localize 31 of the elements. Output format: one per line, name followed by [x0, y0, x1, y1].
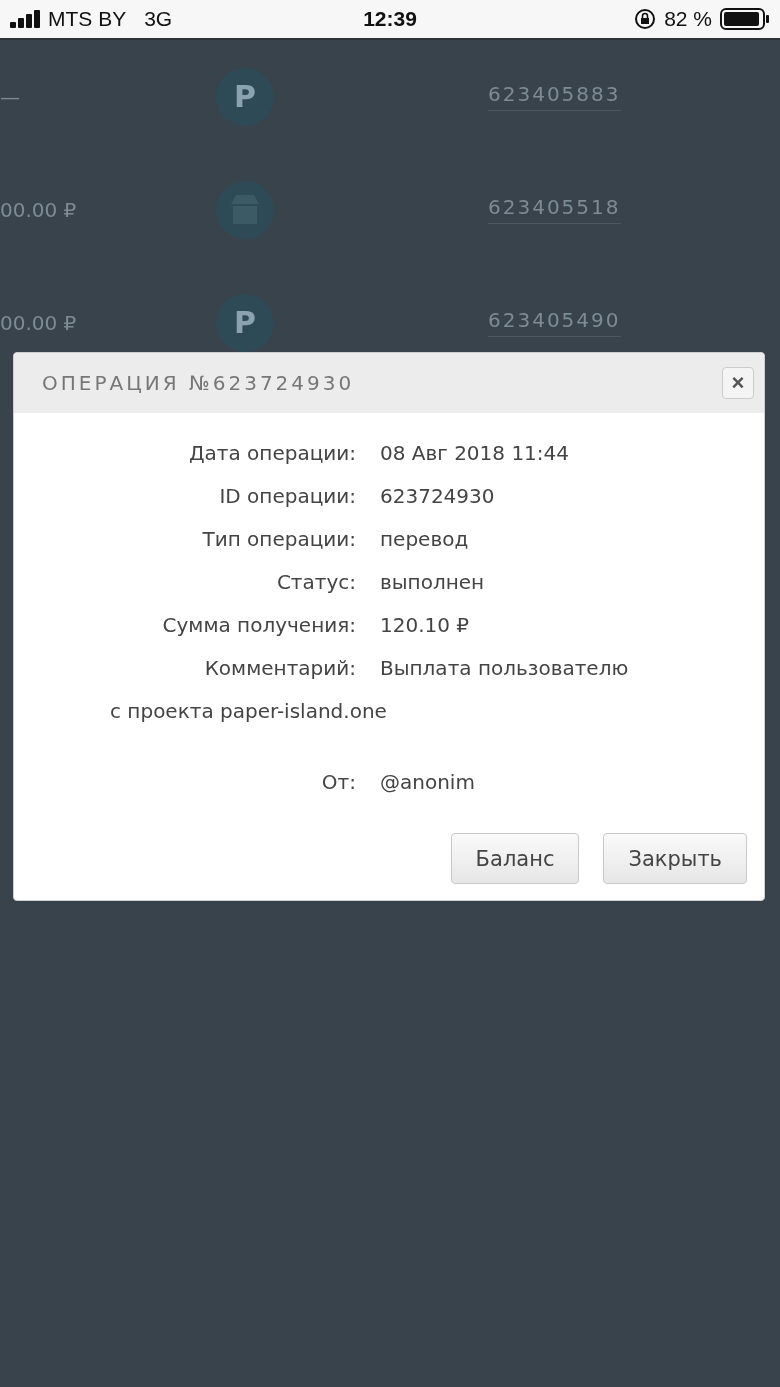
clock: 12:39: [363, 7, 417, 31]
field-label: От:: [320, 769, 356, 796]
field-label: Сумма получения:: [161, 612, 356, 639]
ruble-badge: P: [216, 67, 274, 126]
battery-percent: 82 %: [664, 7, 712, 31]
rotation-lock-icon: [634, 8, 657, 30]
field-value: 120.10 ₽: [380, 612, 470, 639]
field-label: Тип операции:: [201, 526, 356, 553]
field-label: Статус:: [275, 569, 356, 596]
battery-icon: [720, 8, 770, 30]
field-label: Комментарий:: [203, 655, 356, 682]
network-type: 3G: [144, 7, 173, 31]
carrier-name: MTS BY: [48, 7, 127, 31]
amount-text: 00.00 ₽: [0, 310, 77, 335]
amount-text: 00.00 ₽: [0, 197, 77, 222]
close-button[interactable]: ×: [722, 367, 754, 399]
dialog-button[interactable]: Закрыть: [603, 833, 747, 884]
field-label: ID операции:: [218, 483, 356, 510]
field-value: перевод: [380, 526, 469, 553]
dialog-title: ОПЕРАЦИЯ №623724930: [42, 371, 355, 395]
field-value: Выплата пользователю: [380, 655, 629, 682]
ruble-badge: P: [216, 293, 274, 352]
field-value: выполнен: [380, 569, 485, 596]
signal-icon: [10, 10, 42, 28]
field-value: 623724930: [380, 483, 495, 510]
field-label: Дата операции:: [187, 440, 356, 467]
amount-text: —: [0, 84, 20, 109]
field-value: с проекта paper-island.one: [110, 699, 387, 723]
field-value: @anonim: [380, 769, 475, 796]
dialog-button[interactable]: Баланс: [450, 833, 580, 884]
field-value: 08 Авг 2018 11:44: [380, 440, 570, 467]
